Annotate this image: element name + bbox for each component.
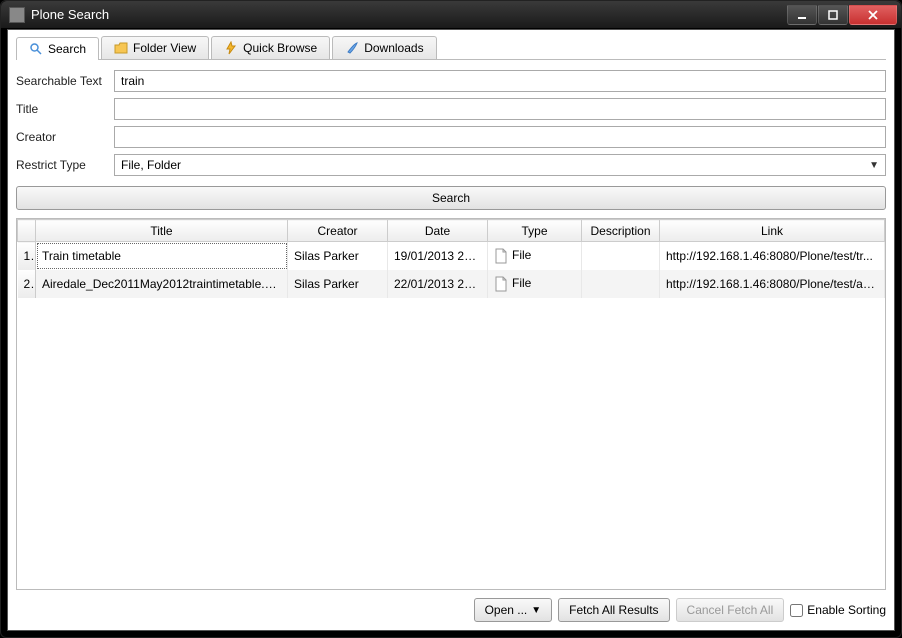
- folder-icon: [114, 41, 128, 55]
- creator-input[interactable]: [114, 126, 886, 148]
- search-icon: [29, 42, 43, 56]
- row-number: 2: [18, 270, 36, 298]
- tab-strip: Search Folder View Quick Browse Download…: [16, 36, 886, 60]
- feather-icon: [345, 41, 359, 55]
- col-creator[interactable]: Creator: [288, 220, 388, 242]
- tab-label: Search: [48, 42, 86, 56]
- search-form: Searchable Text Title Creator Restrict T…: [16, 70, 886, 176]
- maximize-icon: [828, 10, 838, 20]
- minimize-icon: [797, 10, 807, 20]
- file-icon: [494, 248, 508, 264]
- footer-bar: Open ... ▼ Fetch All Results Cancel Fetc…: [16, 598, 886, 622]
- tab-label: Downloads: [364, 41, 423, 55]
- close-icon: [867, 10, 879, 20]
- tab-label: Quick Browse: [243, 41, 317, 55]
- col-date[interactable]: Date: [388, 220, 488, 242]
- client-area: Search Folder View Quick Browse Download…: [7, 29, 895, 631]
- restrict-type-value: File, Folder: [121, 158, 181, 172]
- label-title: Title: [16, 102, 108, 116]
- chevron-down-icon: ▼: [869, 160, 879, 171]
- close-button[interactable]: [849, 5, 897, 25]
- cancel-fetch-button: Cancel Fetch All: [676, 598, 785, 622]
- results-table-wrap: Title Creator Date Type Description Link…: [16, 218, 886, 590]
- label-restrict-type: Restrict Type: [16, 158, 108, 172]
- open-button[interactable]: Open ... ▼: [474, 598, 553, 622]
- cell-date: 19/01/2013 20:0...: [388, 242, 488, 270]
- label-searchable-text: Searchable Text: [16, 74, 108, 88]
- chevron-down-icon: ▼: [531, 605, 541, 616]
- col-description[interactable]: Description: [582, 220, 660, 242]
- minimize-button[interactable]: [787, 5, 817, 25]
- cell-creator: Silas Parker: [288, 242, 388, 270]
- cell-description: [582, 270, 660, 298]
- cell-link: http://192.168.1.46:8080/Plone/test/tr..…: [660, 242, 885, 270]
- enable-sorting-input[interactable]: [790, 604, 803, 617]
- tab-quick-browse[interactable]: Quick Browse: [211, 36, 330, 59]
- app-icon: [9, 7, 25, 23]
- cell-date: 22/01/2013 23:5...: [388, 270, 488, 298]
- tab-downloads[interactable]: Downloads: [332, 36, 436, 59]
- search-button-label: Search: [432, 191, 470, 205]
- file-icon: [494, 276, 508, 292]
- window-controls: [786, 5, 897, 25]
- app-window: Plone Search Search: [0, 0, 902, 638]
- tab-search[interactable]: Search: [16, 37, 99, 60]
- window-title: Plone Search: [31, 7, 786, 22]
- open-button-label: Open ...: [485, 603, 528, 617]
- cell-creator: Silas Parker: [288, 270, 388, 298]
- cell-type: File: [488, 270, 582, 298]
- table-header-row: Title Creator Date Type Description Link: [18, 220, 885, 242]
- col-rownum[interactable]: [18, 220, 36, 242]
- cell-title: Airedale_Dec2011May2012traintimetable.pd…: [36, 270, 288, 298]
- enable-sorting-label: Enable Sorting: [807, 603, 886, 617]
- cell-description: [582, 242, 660, 270]
- results-table: Title Creator Date Type Description Link…: [17, 219, 885, 298]
- enable-sorting-checkbox[interactable]: Enable Sorting: [790, 603, 886, 617]
- col-link[interactable]: Link: [660, 220, 885, 242]
- fetch-all-label: Fetch All Results: [569, 603, 658, 617]
- cancel-fetch-label: Cancel Fetch All: [687, 603, 774, 617]
- tab-label: Folder View: [133, 41, 196, 55]
- table-row[interactable]: 2 Airedale_Dec2011May2012traintimetable.…: [18, 270, 885, 298]
- titlebar[interactable]: Plone Search: [1, 1, 901, 29]
- maximize-button[interactable]: [818, 5, 848, 25]
- table-row[interactable]: 1 Train timetable Silas Parker 19/01/201…: [18, 242, 885, 270]
- cell-link: http://192.168.1.46:8080/Plone/test/aa..…: [660, 270, 885, 298]
- lightning-icon: [224, 41, 238, 55]
- title-input[interactable]: [114, 98, 886, 120]
- col-title[interactable]: Title: [36, 220, 288, 242]
- search-button[interactable]: Search: [16, 186, 886, 210]
- tab-folder-view[interactable]: Folder View: [101, 36, 209, 59]
- fetch-all-button[interactable]: Fetch All Results: [558, 598, 669, 622]
- cell-type: File: [488, 242, 582, 270]
- label-creator: Creator: [16, 130, 108, 144]
- searchable-text-input[interactable]: [114, 70, 886, 92]
- cell-title: Train timetable: [36, 242, 288, 270]
- col-type[interactable]: Type: [488, 220, 582, 242]
- restrict-type-combo[interactable]: File, Folder ▼: [114, 154, 886, 176]
- row-number: 1: [18, 242, 36, 270]
